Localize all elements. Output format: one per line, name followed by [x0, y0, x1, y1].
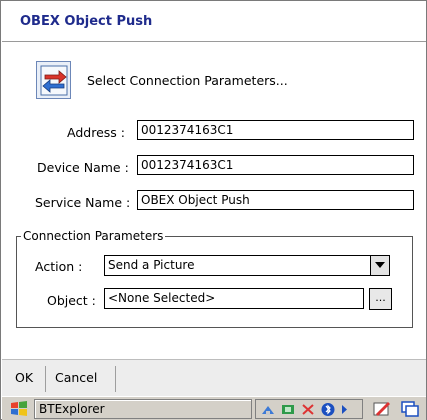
address-field[interactable]: 0012374163C1: [137, 120, 414, 140]
taskbar: BTExplorer: [2, 396, 426, 420]
device-name-label: Device Name :: [37, 160, 129, 175]
pen-icon: [373, 402, 390, 416]
obex-dialog-window: OBEX Object Push Select Connection Param…: [0, 0, 427, 420]
input-panel-button[interactable]: [370, 399, 394, 419]
bluetooth-icon[interactable]: [320, 402, 336, 417]
cancel-menu-item[interactable]: Cancel: [55, 370, 97, 385]
title-bar: OBEX Object Push: [2, 2, 426, 42]
menu-bar: OK Cancel: [2, 359, 426, 396]
signal-off-icon[interactable]: [300, 402, 316, 417]
desktop-switch-button[interactable]: [398, 399, 422, 419]
device-name-field[interactable]: 0012374163C1: [137, 155, 414, 175]
transfer-icon: [36, 61, 71, 99]
header-text: Select Connection Parameters...: [87, 73, 288, 88]
action-dropdown[interactable]: Send a Picture: [104, 255, 390, 276]
menu-separator: [45, 366, 46, 392]
network-icon[interactable]: [260, 402, 276, 417]
chevron-right-icon[interactable]: [340, 402, 350, 417]
chevron-down-icon: [375, 262, 385, 268]
connection-parameters-group: [16, 236, 413, 328]
connection-parameters-legend: Connection Parameters: [21, 229, 166, 243]
object-label: Object :: [47, 293, 96, 308]
browse-button[interactable]: ...: [369, 288, 392, 310]
dropdown-arrow-button[interactable]: [370, 256, 389, 275]
windows-stack-icon: [401, 401, 419, 417]
windows-flag-icon: [11, 401, 27, 416]
ok-menu-item[interactable]: OK: [15, 370, 33, 385]
action-dropdown-value: Send a Picture: [108, 258, 195, 272]
taskbar-app-label: BTExplorer: [39, 402, 105, 416]
service-name-label: Service Name :: [35, 195, 131, 210]
action-label: Action :: [35, 259, 83, 274]
menu-separator: [115, 366, 116, 392]
service-name-field[interactable]: OBEX Object Push: [137, 190, 414, 210]
object-field[interactable]: <None Selected>: [104, 288, 364, 309]
taskbar-app-btexplorer[interactable]: BTExplorer: [34, 399, 252, 419]
address-label: Address :: [67, 125, 125, 140]
connection-icon[interactable]: [280, 402, 296, 417]
system-tray: [255, 399, 363, 419]
window-title: OBEX Object Push: [20, 14, 153, 29]
start-button[interactable]: [8, 399, 32, 419]
